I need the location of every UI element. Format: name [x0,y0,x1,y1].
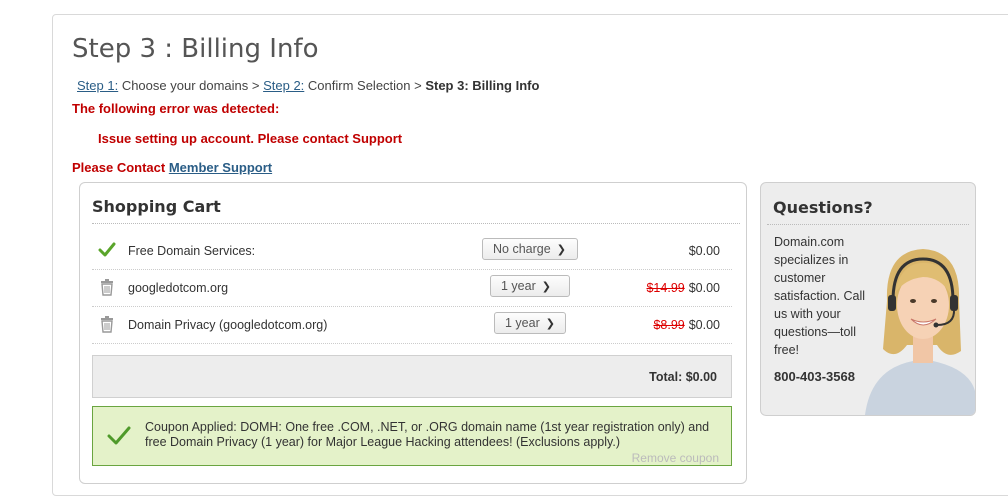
term-select[interactable]: No charge ❯ [482,238,578,260]
chevron-down-icon: ❯ [545,318,555,330]
term-select-value: 1 year [501,279,536,293]
cart-item-name: Free Domain Services: [128,244,256,258]
original-price: $14.99 [646,281,685,295]
chevron-down-icon: ❯ [541,281,551,293]
questions-panel: Questions? Domain.com specializes in cus… [760,182,976,416]
coupon-text: Coupon Applied: DOMH: One free .COM, .NE… [145,420,710,449]
term-select-value: No charge [493,242,551,256]
member-support-link[interactable]: Member Support [169,160,272,175]
cart-row-domain-privacy: Domain Privacy (googledotcom.org) 1 year… [92,307,732,344]
page-title: Step 3 : Billing Info [72,34,319,64]
trash-icon[interactable] [98,315,116,333]
term-select[interactable]: 1 year ❯ [494,312,566,334]
cart-item-name: googledotcom.org [128,281,229,295]
cart-item-price: $8.99 $0.00 [653,318,720,332]
cart-title-divider [92,223,740,224]
support-agent-photo [865,249,975,415]
check-icon [107,426,131,445]
check-icon [98,242,116,257]
cart-total: Total: $0.00 [649,370,717,384]
cart-item-price-value: $0.00 [688,244,720,258]
cart-item-price: $14.99 $0.00 [646,281,720,295]
term-select[interactable]: 1 year ❯ [490,275,570,297]
breadcrumb: Step 1: Choose your domains > Step 2: Co… [77,78,539,93]
shopping-cart-panel: Shopping Cart Free Domain Services: No c… [79,182,747,484]
breadcrumb-step2-text: Confirm Selection > [304,78,426,93]
cart-item-price-value: $0.00 [688,281,720,295]
breadcrumb-step1-text: Choose your domains > [118,78,264,93]
term-select-value: 1 year [505,316,540,330]
trash-icon[interactable] [98,278,116,296]
breadcrumb-step2-link[interactable]: Step 2: [263,78,304,93]
coupon-applied-box: Coupon Applied: DOMH: One free .COM, .NE… [92,406,732,466]
cart-item-price-value: $0.00 [688,318,720,332]
contact-support-line: Please Contact Member Support [72,160,272,175]
questions-title: Questions? [773,198,873,217]
remove-coupon-link[interactable]: Remove coupon [632,451,719,465]
cart-item-price: $0.00 [689,244,720,258]
cart-row-free-services: Free Domain Services: No charge ❯ $0.00 [92,233,732,270]
chevron-down-icon: ❯ [556,244,566,256]
shopping-cart-title: Shopping Cart [92,197,221,216]
error-heading: The following error was detected: [72,101,280,116]
cart-item-name: Domain Privacy (googledotcom.org) [128,318,328,332]
breadcrumb-step1-link[interactable]: Step 1: [77,78,118,93]
original-price: $8.99 [653,318,685,332]
support-phone: 800-403-3568 [774,369,855,384]
contact-prefix: Please Contact [72,160,169,175]
cart-row-domain: googledotcom.org 1 year ❯ $14.99 $0.00 [92,270,732,307]
cart-total-bar: Total: $0.00 [92,355,732,398]
error-message: Issue setting up account. Please contact… [98,131,403,146]
breadcrumb-current-step: Step 3: Billing Info [425,78,540,93]
questions-divider [767,224,969,225]
